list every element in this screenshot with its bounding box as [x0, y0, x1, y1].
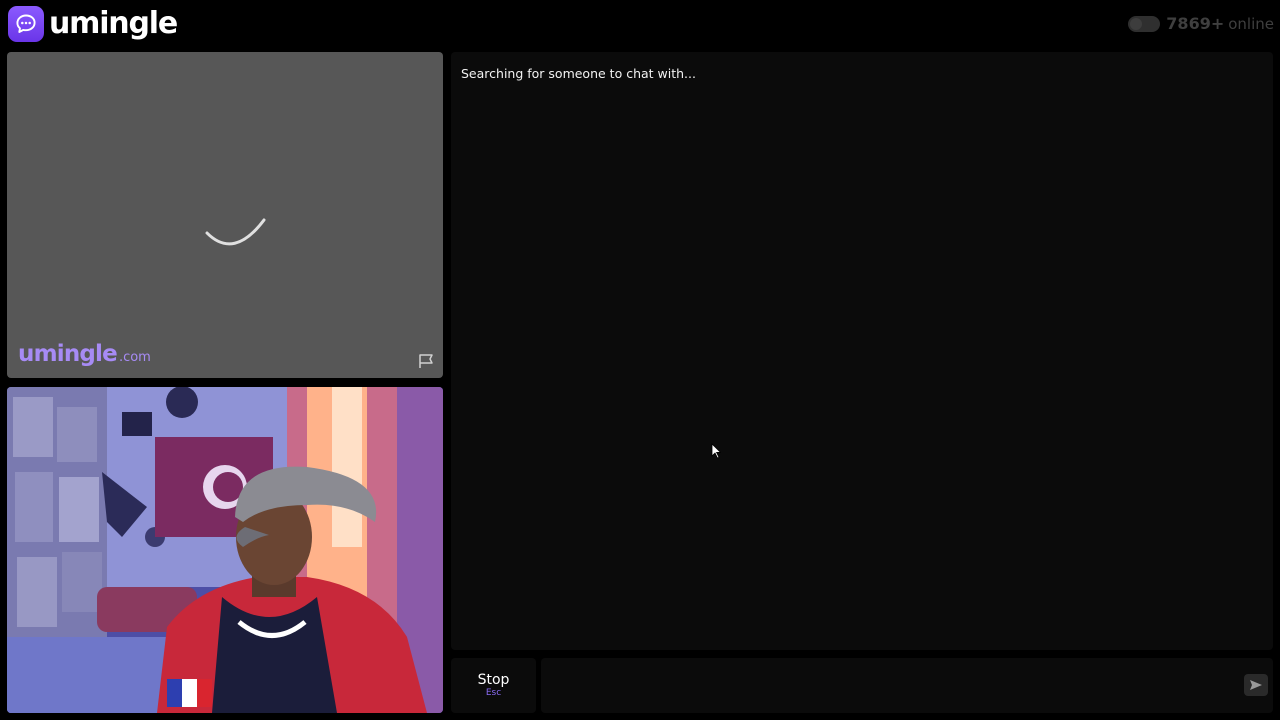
send-icon: [1250, 680, 1262, 690]
send-button[interactable]: [1244, 674, 1268, 696]
spinner-icon: [205, 218, 266, 246]
message-input[interactable]: [541, 658, 1221, 713]
message-box: [541, 658, 1273, 713]
stop-button[interactable]: Stop Esc: [451, 658, 536, 713]
logo-text: umingle: [49, 6, 178, 41]
watermark-main: umingle: [18, 341, 118, 367]
webcam-image: [7, 387, 443, 713]
chat-panel: Searching for someone to chat with...: [451, 52, 1273, 650]
online-toggle-icon: [1128, 15, 1161, 32]
chat-status: Searching for someone to chat with...: [461, 66, 696, 81]
online-label: online: [1228, 14, 1274, 33]
logo[interactable]: umingle: [8, 6, 178, 42]
header: umingle 7869+ online: [0, 0, 1280, 48]
app: umingle 7869+ online umingle .com Search…: [0, 0, 1280, 720]
stranger-video: umingle .com: [7, 52, 443, 378]
chat-bubble-icon: [8, 6, 44, 42]
online-count: 7869+: [1166, 14, 1225, 33]
stop-label: Stop: [477, 672, 510, 688]
self-video: [7, 387, 443, 713]
mouse-cursor-icon: [711, 443, 721, 459]
watermark: umingle .com: [18, 341, 151, 367]
stop-shortcut-hint: Esc: [485, 688, 502, 698]
online-indicator: 7869+ online: [1128, 14, 1274, 33]
watermark-domain: .com: [118, 350, 151, 365]
flag-icon[interactable]: [417, 352, 435, 374]
